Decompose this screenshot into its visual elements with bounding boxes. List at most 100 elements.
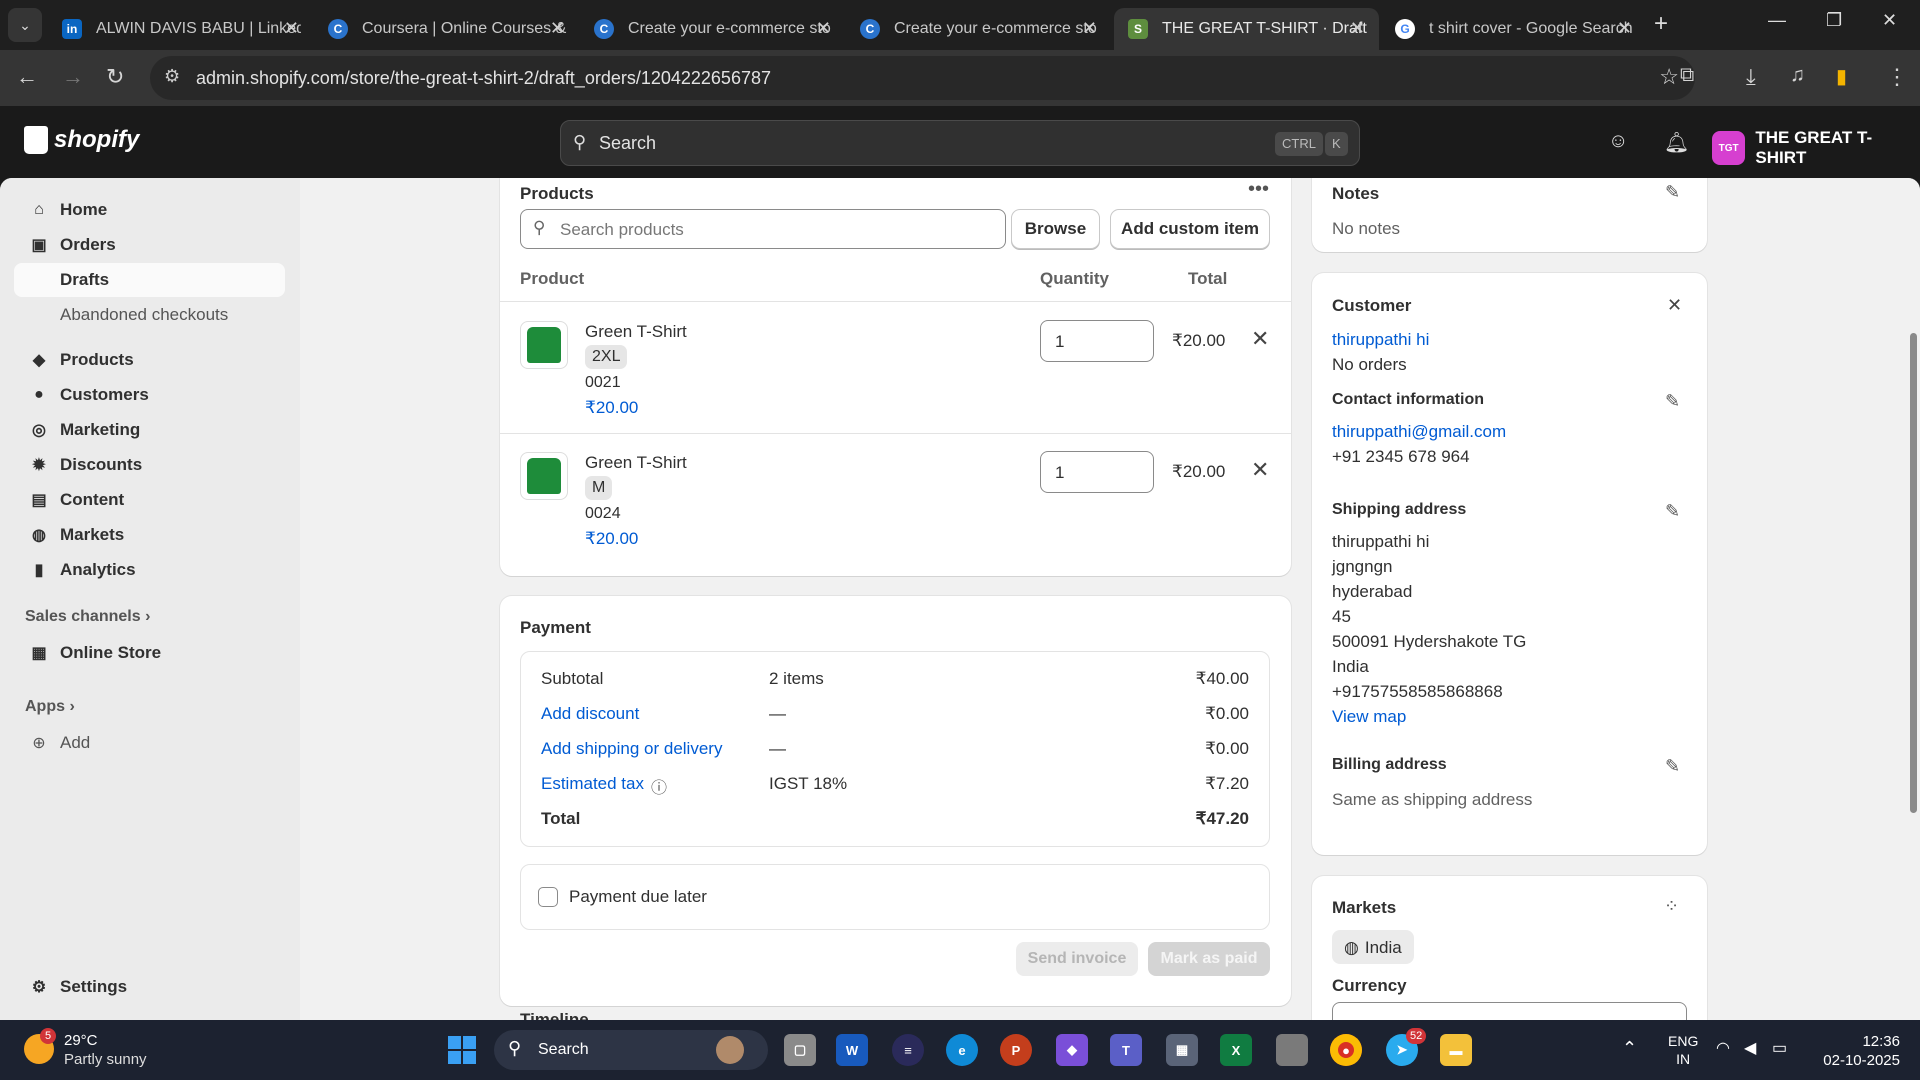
close-icon[interactable]: ✕: [1082, 18, 1097, 39]
tab-search-button[interactable]: ⌄: [8, 8, 42, 42]
minimize-button[interactable]: —: [1768, 10, 1786, 31]
wifi-icon[interactable]: ◠: [1716, 1038, 1730, 1058]
media-control-icon[interactable]: ♫: [1790, 64, 1805, 87]
sidebar-item-content[interactable]: ▤ Content: [14, 483, 285, 517]
chevron-up-icon[interactable]: ⌃: [1622, 1038, 1637, 1059]
sidebar-item-marketing[interactable]: ◎ Marketing: [14, 413, 285, 447]
powerpoint-icon[interactable]: P: [1000, 1034, 1032, 1066]
close-icon[interactable]: ✕: [1617, 18, 1632, 39]
calculator-icon[interactable]: ▦: [1166, 1034, 1198, 1066]
window-close-button[interactable]: ✕: [1882, 10, 1897, 31]
task-view-icon[interactable]: ▢: [784, 1034, 816, 1066]
sidebar-item-abandoned-checkouts[interactable]: Abandoned checkouts: [14, 298, 285, 332]
sidebar-item-settings[interactable]: ⚙ Settings: [14, 970, 285, 1004]
edit-pencil-icon[interactable]: ✎: [1665, 501, 1680, 522]
product-thumbnail[interactable]: [520, 452, 568, 500]
estimated-tax-link[interactable]: Estimated tax: [541, 774, 644, 794]
file-explorer-icon[interactable]: ▬: [1440, 1034, 1472, 1066]
close-icon[interactable]: ✕: [1667, 295, 1682, 316]
copilot-icon[interactable]: ◆: [1056, 1034, 1088, 1066]
quantity-input[interactable]: 1: [1040, 320, 1154, 362]
back-arrow-icon[interactable]: ←: [16, 64, 38, 90]
customer-email-link[interactable]: thiruppathi@gmail.com: [1332, 422, 1506, 442]
start-button[interactable]: [446, 1034, 478, 1066]
address-bar[interactable]: ⚙ admin.shopify.com/store/the-great-t-sh…: [150, 56, 1695, 100]
close-icon[interactable]: ✕: [550, 18, 565, 39]
sidebar-item-drafts[interactable]: Drafts: [14, 263, 285, 297]
clock[interactable]: 12:36 02-10-2025: [1816, 1032, 1900, 1070]
browser-tab[interactable]: in ALWIN DAVIS BABU | LinkedIn ✕: [48, 8, 313, 50]
sidekick-icon[interactable]: ☺: [1608, 130, 1628, 153]
send-invoice-button[interactable]: Send invoice: [1016, 942, 1138, 976]
add-shipping-link[interactable]: Add shipping or delivery: [541, 739, 722, 759]
edge-icon[interactable]: e: [946, 1034, 978, 1066]
mark-as-paid-button[interactable]: Mark as paid: [1148, 942, 1270, 976]
browse-button[interactable]: Browse: [1011, 209, 1100, 249]
sidebar-item-orders[interactable]: ▣ Orders: [14, 228, 285, 262]
browser-tab[interactable]: C Create your e-commerce sto ✕: [580, 8, 845, 50]
edit-pencil-icon[interactable]: ✎: [1665, 391, 1680, 412]
chrome-icon[interactable]: ●: [1330, 1034, 1362, 1066]
markets-manage-icon[interactable]: ⁘: [1664, 896, 1679, 917]
close-icon[interactable]: ✕: [284, 18, 299, 39]
url-text[interactable]: admin.shopify.com/store/the-great-t-shir…: [196, 68, 771, 89]
more-actions-icon[interactable]: •••: [1248, 178, 1269, 201]
product-search-input[interactable]: ⚲ Search products: [520, 209, 1006, 249]
browser-tab[interactable]: G t shirt cover - Google Search ✕: [1381, 8, 1646, 50]
sidebar-item-markets[interactable]: ◍ Markets: [14, 518, 285, 552]
bell-icon[interactable]: 🔔︎: [1664, 130, 1689, 155]
sidebar-item-discounts[interactable]: ✹ Discounts: [14, 448, 285, 482]
restore-button[interactable]: ❐: [1826, 10, 1842, 31]
reload-icon[interactable]: ↻: [106, 64, 124, 90]
quantity-input[interactable]: 1: [1040, 451, 1154, 493]
scrollbar-thumb[interactable]: [1910, 333, 1917, 813]
teams-icon[interactable]: T: [1110, 1034, 1142, 1066]
apps-heading[interactable]: Apps ›: [25, 698, 75, 716]
global-search[interactable]: ⚲ Search CTRL K: [560, 120, 1360, 166]
page-scrollbar[interactable]: [1908, 178, 1920, 1020]
media-player-icon[interactable]: ≡: [892, 1034, 924, 1066]
customer-name-link[interactable]: thiruppathi hi: [1332, 330, 1429, 350]
battery-icon[interactable]: ▭: [1772, 1038, 1787, 1058]
product-price[interactable]: ₹20.00: [585, 398, 638, 418]
edit-pencil-icon[interactable]: ✎: [1665, 182, 1680, 203]
sidebar-item-home[interactable]: ⌂ Home: [14, 193, 285, 227]
edit-pencil-icon[interactable]: ✎: [1665, 756, 1680, 777]
add-custom-item-button[interactable]: Add custom item: [1110, 209, 1270, 249]
product-thumbnail[interactable]: [520, 321, 568, 369]
close-icon[interactable]: ✕: [816, 18, 831, 39]
sidebar-item-analytics[interactable]: ▮ Analytics: [14, 553, 285, 587]
payment-due-later-label[interactable]: Payment due later: [569, 887, 707, 907]
forward-arrow-icon[interactable]: →: [62, 64, 84, 90]
add-discount-link[interactable]: Add discount: [541, 704, 639, 724]
remove-item-icon[interactable]: ✕: [1251, 326, 1269, 352]
site-info-icon[interactable]: ⚙: [164, 66, 180, 87]
taskbar-search[interactable]: ⚲ Search: [494, 1030, 768, 1070]
sales-channels-heading[interactable]: Sales channels ›: [25, 608, 150, 626]
store-menu[interactable]: TGT THE GREAT T-SHIRT: [1712, 128, 1920, 168]
new-tab-button[interactable]: +: [1654, 10, 1668, 38]
sidebar-item-online-store[interactable]: ▦ Online Store: [14, 636, 285, 670]
browser-tab[interactable]: C Create your e-commerce sto ✕: [846, 8, 1111, 50]
excel-icon[interactable]: X: [1220, 1034, 1252, 1066]
sidebar-item-customers[interactable]: ● Customers: [14, 378, 285, 412]
close-icon[interactable]: ✕: [1350, 18, 1365, 39]
view-map-link[interactable]: View map: [1332, 707, 1406, 727]
remove-item-icon[interactable]: ✕: [1251, 457, 1269, 483]
profile-icon[interactable]: ▮: [1836, 64, 1847, 89]
language-indicator[interactable]: ENG IN: [1668, 1032, 1698, 1068]
sidebar-item-products[interactable]: ◆ Products: [14, 343, 285, 377]
extensions-icon[interactable]: ⧉: [1680, 64, 1694, 87]
star-icon[interactable]: ☆: [1659, 64, 1679, 90]
volume-icon[interactable]: ◀: [1744, 1038, 1756, 1058]
browser-tab[interactable]: C Coursera | Online Courses & ✕: [314, 8, 579, 50]
currency-select[interactable]: [1332, 1002, 1687, 1020]
browser-tab-active[interactable]: S THE GREAT T-SHIRT · Drafts ✕: [1114, 8, 1379, 50]
word-icon[interactable]: W: [836, 1034, 868, 1066]
info-icon[interactable]: ⓘ: [651, 774, 667, 798]
download-icon[interactable]: ⤓: [1746, 64, 1756, 90]
shopify-logo[interactable]: shopify: [24, 126, 139, 154]
product-price[interactable]: ₹20.00: [585, 529, 638, 549]
payment-due-later-checkbox[interactable]: [538, 887, 558, 907]
menu-icon[interactable]: ⋮: [1886, 64, 1908, 90]
